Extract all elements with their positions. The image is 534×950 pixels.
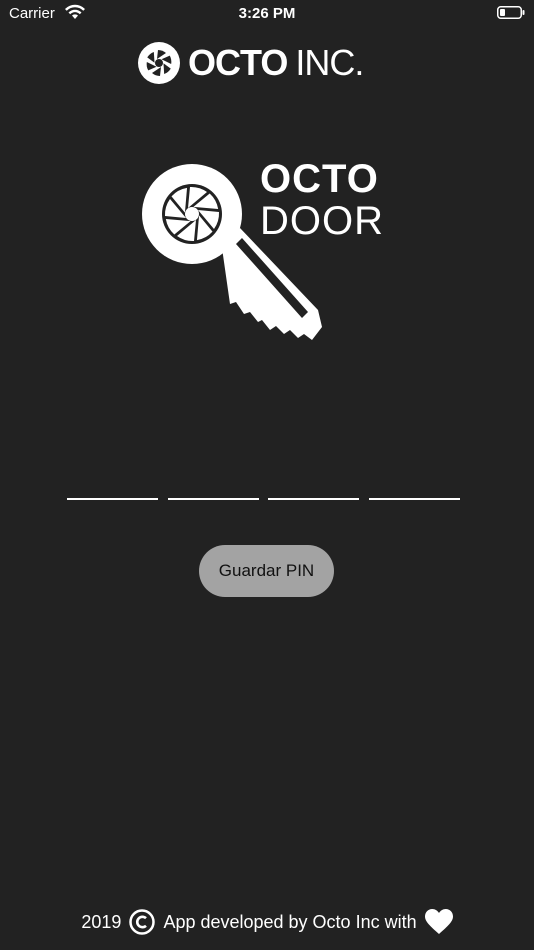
footer: 2019 App developed by Octo Inc with [0, 905, 534, 939]
brand-header: OCTO INC. [138, 42, 364, 84]
octo-logo-icon [138, 42, 180, 84]
brand-name-strong: OCTO [188, 42, 288, 83]
pin-digit-1[interactable] [67, 468, 158, 500]
copyright-icon [129, 909, 156, 935]
pin-digit-4[interactable] [369, 468, 460, 500]
app-title: OCTO DOOR [260, 158, 384, 242]
pin-digit-3[interactable] [268, 468, 359, 500]
pin-digit-2[interactable] [168, 468, 259, 500]
brand-name: OCTO INC. [188, 42, 364, 84]
save-pin-button[interactable]: Guardar PIN [199, 545, 334, 597]
pin-input-group [67, 468, 460, 500]
app-title-line1: OCTO [260, 157, 379, 201]
app-title-line2: DOOR [260, 199, 384, 243]
battery-icon [497, 6, 525, 19]
status-bar: Carrier 3:26 PM [0, 0, 534, 28]
brand-name-light: INC. [295, 42, 364, 83]
footer-year: 2019 [81, 911, 122, 932]
footer-text: App developed by Octo Inc with [163, 911, 417, 932]
status-time: 3:26 PM [238, 5, 296, 22]
heart-icon [424, 909, 453, 934]
